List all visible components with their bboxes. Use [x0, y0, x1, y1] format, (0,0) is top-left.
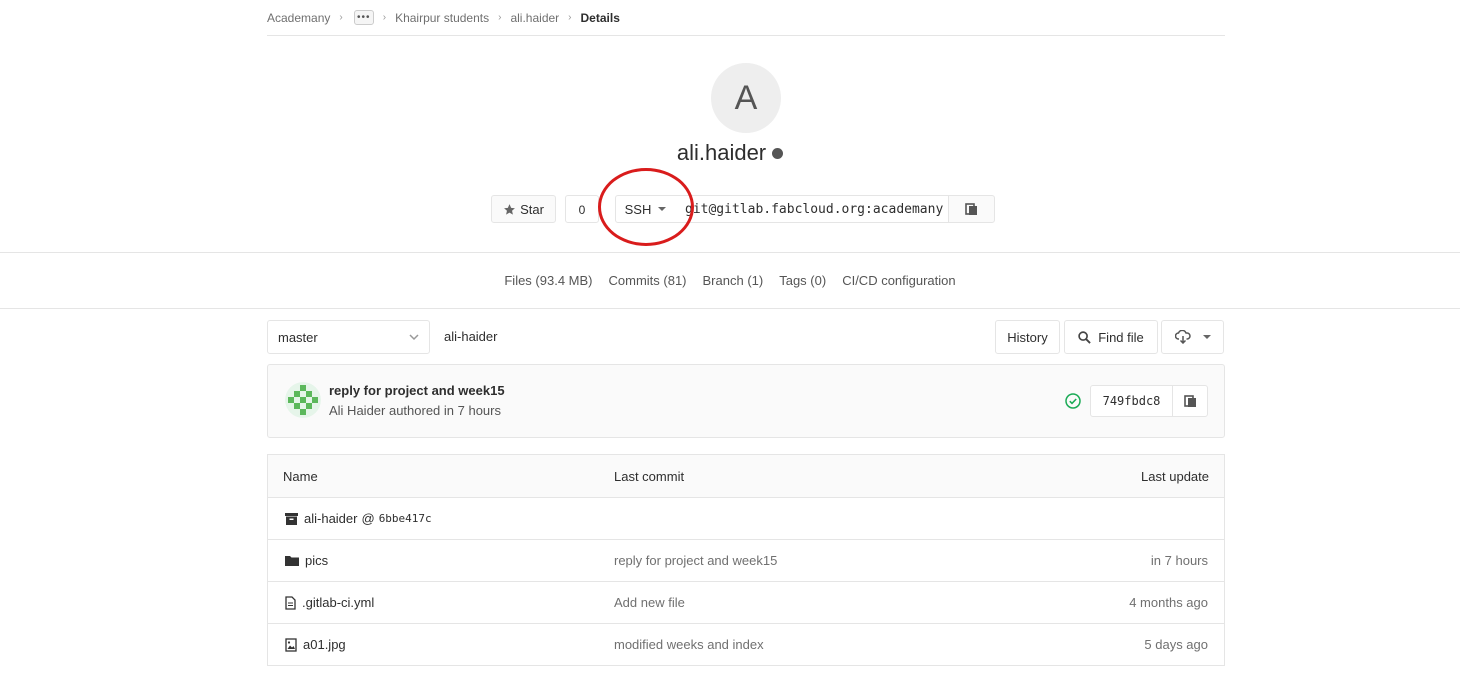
star-button[interactable]: Star — [491, 195, 556, 223]
breadcrumb: Academany › ••• › Khairpur students › al… — [267, 0, 1225, 36]
star-label: Star — [520, 201, 544, 217]
table-header: Name Last commit Last update — [268, 455, 1224, 498]
commit-meta: Ali Haider authored in 7 hours — [329, 403, 501, 418]
chevron-down-icon — [409, 334, 419, 341]
file-name-cell: pics — [285, 553, 328, 568]
cloud-download-icon — [1174, 330, 1191, 344]
project-name: ali.haider — [676, 140, 767, 165]
download-dropdown[interactable] — [1161, 320, 1224, 354]
clipboard-icon — [1183, 395, 1196, 407]
nav-branch[interactable]: Branch (1) — [703, 273, 764, 288]
file-last-commit[interactable]: modified weeks and index — [614, 637, 764, 652]
breadcrumb-current[interactable]: Details — [581, 11, 620, 25]
file-last-commit[interactable]: reply for project and week15 — [614, 553, 777, 568]
header-name: Name — [283, 469, 318, 484]
search-icon — [1078, 330, 1091, 344]
branch-name: master — [278, 329, 318, 345]
file-name[interactable]: .gitlab-ci.yml — [302, 595, 374, 610]
table-row[interactable]: a01.jpg modified weeks and index 5 days … — [268, 624, 1224, 666]
file-name-cell: ali-haider @ 6bbe417c — [285, 511, 432, 526]
clipboard-icon — [965, 203, 977, 215]
file-name[interactable]: ali-haider — [304, 511, 357, 526]
file-name-cell: .gitlab-ci.yml — [285, 595, 374, 610]
find-file-label: Find file — [1098, 329, 1144, 345]
caret-down-icon — [1202, 335, 1211, 339]
table-row[interactable]: ali-haider @ 6bbe417c — [268, 498, 1224, 540]
nav-tags[interactable]: Tags (0) — [779, 273, 826, 288]
archive-icon — [285, 512, 298, 525]
header-last-update: Last update — [1141, 469, 1209, 484]
chevron-right-icon: › — [382, 12, 387, 23]
project-avatar: A — [711, 63, 781, 133]
repo-path[interactable]: ali-haider — [444, 329, 497, 344]
breadcrumb-ali-haider[interactable]: ali.haider — [510, 11, 559, 25]
caret-down-icon — [658, 207, 667, 211]
clone-protocol-dropdown[interactable]: SSH — [615, 195, 676, 223]
star-icon — [504, 203, 515, 215]
history-button[interactable]: History — [995, 320, 1060, 354]
copy-sha-button[interactable] — [1172, 385, 1208, 417]
table-row[interactable]: pics reply for project and week15 in 7 h… — [268, 540, 1224, 582]
commit-title[interactable]: reply for project and week15 — [329, 383, 505, 398]
file-table: Name Last commit Last update ali-haider … — [267, 454, 1225, 666]
file-last-update: 5 days ago — [1144, 637, 1208, 652]
table-row[interactable]: .gitlab-ci.yml Add new file 4 months ago — [268, 582, 1224, 624]
last-commit-box: reply for project and week15 Ali Haider … — [267, 364, 1225, 438]
file-name[interactable]: a01.jpg — [303, 637, 346, 652]
file-last-update: 4 months ago — [1129, 595, 1208, 610]
find-file-button[interactable]: Find file — [1064, 320, 1158, 354]
breadcrumb-more-button[interactable]: ••• — [353, 10, 374, 25]
nav-cicd-configuration[interactable]: CI/CD configuration — [842, 273, 955, 288]
chevron-right-icon: › — [498, 12, 502, 23]
file-icon — [285, 595, 296, 610]
nav-commits[interactable]: Commits (81) — [609, 273, 687, 288]
file-last-update: in 7 hours — [1150, 553, 1208, 568]
branch-select[interactable]: master — [267, 320, 430, 354]
project-title: ali.haider — [0, 140, 1460, 166]
file-name-cell: a01.jpg — [285, 637, 346, 652]
submodule-hash[interactable]: 6bbe417c — [379, 512, 432, 525]
copy-clone-url-button[interactable] — [948, 195, 995, 223]
chevron-right-icon: › — [568, 12, 572, 23]
nav-files[interactable]: Files (93.4 MB) — [504, 273, 592, 288]
pipeline-success-icon[interactable] — [1065, 393, 1081, 409]
project-stats-nav: Files (93.4 MB) Commits (81) Branch (1) … — [0, 253, 1460, 309]
commit-author-avatar[interactable] — [285, 382, 321, 418]
breadcrumb-khairpur-students[interactable]: Khairpur students — [395, 11, 489, 25]
commit-sha[interactable]: 749fbdc8 — [1090, 385, 1173, 417]
globe-icon — [772, 147, 784, 159]
breadcrumb-academany[interactable]: Academany — [267, 11, 330, 25]
file-last-commit[interactable]: Add new file — [614, 595, 685, 610]
header-last-commit: Last commit — [614, 469, 685, 484]
file-name[interactable]: pics — [305, 553, 328, 568]
folder-icon — [285, 556, 299, 566]
star-count[interactable]: 0 — [565, 195, 599, 223]
image-file-icon — [285, 637, 297, 652]
chevron-right-icon: › — [339, 12, 343, 23]
submodule-separator: @ — [361, 511, 375, 526]
clone-protocol-label: SSH — [624, 201, 652, 217]
clone-url-input[interactable]: git@gitlab.fabcloud.org:academany — [675, 195, 949, 223]
